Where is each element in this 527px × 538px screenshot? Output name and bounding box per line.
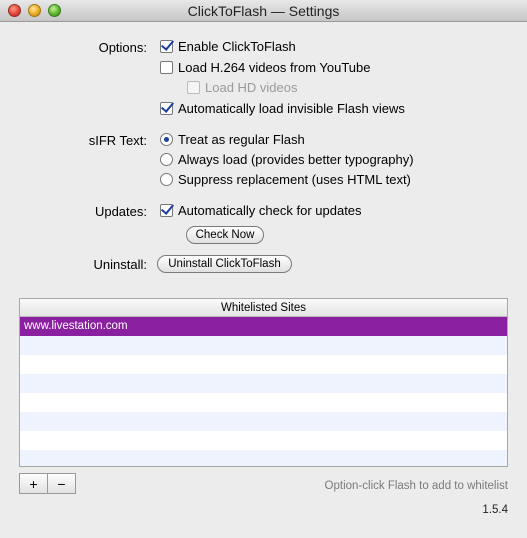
load-hd-label: Load HD videos (205, 80, 298, 95)
whitelist-hint: Option-click Flash to add to whitelist (324, 480, 508, 492)
load-invisible-checkbox[interactable]: Automatically load invisible Flash views (160, 101, 405, 116)
checkbox-checked-icon[interactable] (160, 102, 173, 115)
version-label: 1.5.4 (482, 504, 508, 516)
sifr-suppress-label: Suppress replacement (uses HTML text) (178, 172, 411, 187)
table-row-empty (20, 431, 507, 450)
table-row-empty (20, 393, 507, 412)
checkbox-checked-icon[interactable] (160, 204, 173, 217)
sifr-always-radio[interactable]: Always load (provides better typography) (160, 152, 414, 167)
table-row-selected[interactable]: www.livestation.com (20, 317, 507, 336)
load-invisible-label: Automatically load invisible Flash views (178, 101, 405, 116)
sifr-suppress-radio[interactable]: Suppress replacement (uses HTML text) (160, 172, 411, 187)
check-now-button[interactable]: Check Now (186, 226, 264, 244)
load-hd-checkbox: Load HD videos (187, 80, 298, 95)
load-h264-checkbox[interactable]: Load H.264 videos from YouTube (160, 60, 371, 75)
add-site-button[interactable]: + (19, 473, 48, 494)
table-row-empty (20, 355, 507, 374)
sifr-regular-label: Treat as regular Flash (178, 132, 305, 147)
updates-label: Updates: (94, 204, 147, 219)
options-label: Options: (98, 40, 147, 55)
radio-selected-icon[interactable] (160, 133, 173, 146)
whitelist-column-header[interactable]: Whitelisted Sites (20, 299, 507, 317)
sifr-label: sIFR Text: (88, 133, 147, 148)
table-row-empty (20, 450, 507, 466)
table-row-empty (20, 336, 507, 355)
whitelist-table[interactable]: Whitelisted Sites www.livestation.com (19, 298, 508, 467)
auto-update-label: Automatically check for updates (178, 203, 362, 218)
enable-clicktoflash-label: Enable ClickToFlash (178, 39, 296, 54)
radio-unselected-icon[interactable] (160, 153, 173, 166)
uninstall-label: Uninstall: (93, 257, 147, 272)
radio-unselected-icon[interactable] (160, 173, 173, 186)
checkbox-unchecked-icon[interactable] (160, 61, 173, 74)
uninstall-button[interactable]: Uninstall ClickToFlash (157, 255, 292, 273)
table-row-empty (20, 412, 507, 431)
checkbox-disabled-icon (187, 81, 200, 94)
load-h264-label: Load H.264 videos from YouTube (178, 60, 371, 75)
checkbox-checked-icon[interactable] (160, 40, 173, 53)
title-bar[interactable]: ClickToFlash — Settings (0, 0, 527, 22)
remove-site-button[interactable]: − (47, 473, 76, 494)
enable-clicktoflash-checkbox[interactable]: Enable ClickToFlash (160, 39, 296, 54)
sifr-always-label: Always load (provides better typography) (178, 152, 414, 167)
table-row-empty (20, 374, 507, 393)
auto-update-checkbox[interactable]: Automatically check for updates (160, 203, 362, 218)
window-title: ClickToFlash — Settings (187, 3, 340, 19)
settings-window: ClickToFlash — Settings Options: Enable … (0, 0, 527, 538)
sifr-regular-radio[interactable]: Treat as regular Flash (160, 132, 305, 147)
